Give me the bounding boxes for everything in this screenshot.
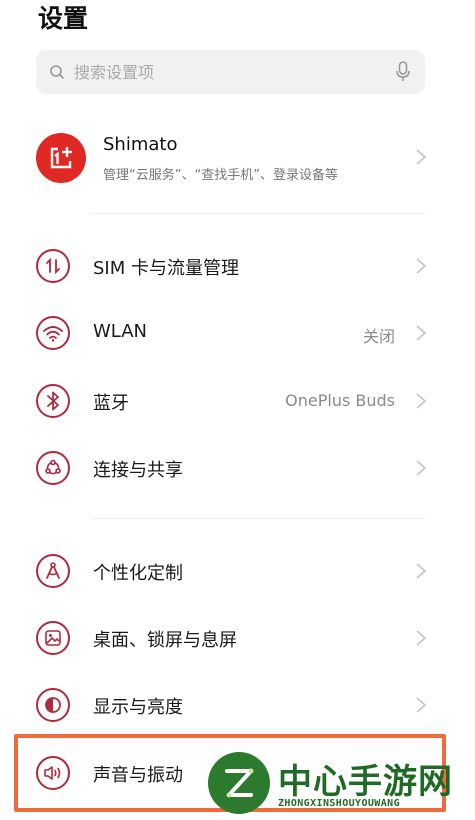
settings-item-personalization[interactable]: 个性化定制 [0, 540, 475, 602]
chevron-right-icon [416, 325, 427, 341]
settings-item-label: 蓝牙 [93, 393, 129, 414]
account-row[interactable]: Shimato 管理“云服务”、“查找手机”、登录设备等 [0, 120, 475, 196]
watermark-title: 中心手游网 [278, 762, 453, 802]
settings-item-value: 关闭 [362, 327, 395, 346]
account-subtitle: 管理“云服务”、“查找手机”、登录设备等 [103, 168, 338, 183]
settings-item-bluetooth[interactable]: 蓝牙 OnePlus Buds [0, 370, 475, 432]
chevron-right-icon [416, 460, 427, 476]
watermark-subtitle: ZHONGXINSHOUYOUWANG [278, 798, 400, 809]
avatar [36, 133, 86, 183]
settings-item-home-lock-screen[interactable]: 桌面、锁屏与息屏 [0, 607, 475, 669]
chevron-right-icon [416, 563, 427, 579]
settings-item-label: 连接与共享 [93, 460, 183, 481]
share-icon [36, 451, 70, 485]
bluetooth-icon [36, 384, 70, 418]
search-icon [48, 63, 66, 81]
brightness-icon [36, 688, 70, 722]
divider [92, 213, 425, 214]
search-input[interactable] [74, 50, 393, 94]
chevron-right-icon [416, 697, 427, 713]
chevron-right-icon [416, 393, 427, 409]
settings-item-label: 个性化定制 [93, 563, 183, 584]
settings-item-label: SIM 卡与流量管理 [93, 258, 239, 279]
wifi-icon [36, 316, 70, 350]
settings-item-display-brightness[interactable]: 显示与亮度 [0, 674, 475, 736]
account-name: Shimato [103, 134, 178, 155]
sim-data-icon [36, 249, 70, 283]
chevron-right-icon [416, 630, 427, 646]
settings-item-label: 显示与亮度 [93, 697, 183, 718]
microphone-icon[interactable] [393, 60, 413, 84]
settings-item-value: OnePlus Buds [285, 391, 395, 410]
wallpaper-icon [36, 621, 70, 655]
settings-item-sim[interactable]: SIM 卡与流量管理 [0, 235, 475, 297]
settings-item-label: 桌面、锁屏与息屏 [93, 630, 237, 651]
watermark: 中心手游网 ZHONGXINSHOUYOUWANG [208, 752, 470, 818]
compass-icon [36, 554, 70, 588]
settings-item-wlan[interactable]: WLAN 关闭 [0, 302, 475, 364]
chevron-right-icon [416, 149, 427, 165]
search-bar[interactable] [36, 50, 425, 94]
settings-item-connection-sharing[interactable]: 连接与共享 [0, 437, 475, 499]
watermark-logo-icon [208, 752, 270, 814]
page-title: 设置 [38, 4, 89, 33]
divider [92, 518, 425, 519]
settings-item-label: WLAN [93, 321, 148, 342]
chevron-right-icon [416, 258, 427, 274]
oneplus-logo-icon [50, 147, 72, 169]
